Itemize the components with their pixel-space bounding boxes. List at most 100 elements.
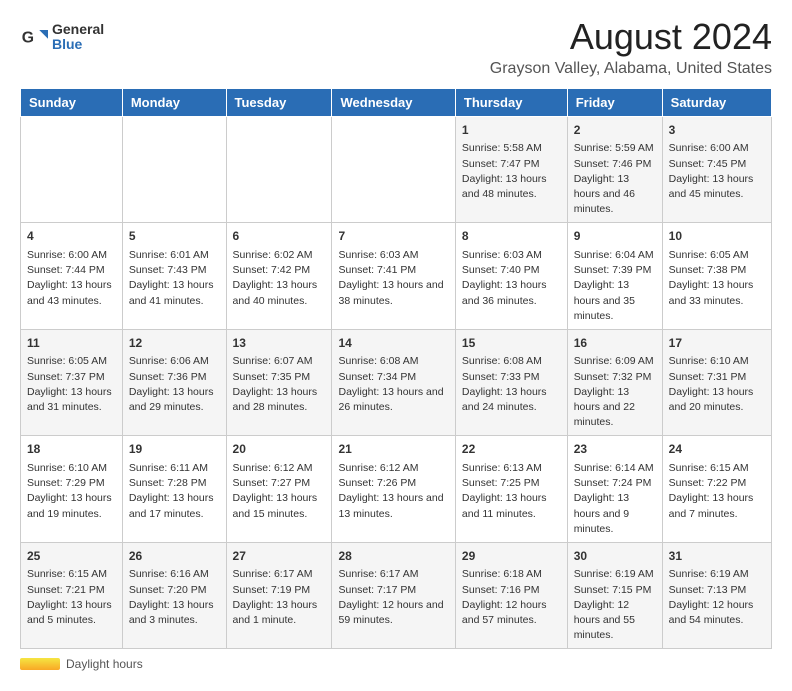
calendar-cell: 20Sunrise: 6:12 AM Sunset: 7:27 PM Dayli… xyxy=(226,436,332,542)
calendar-cell xyxy=(226,117,332,223)
day-info: Sunrise: 5:59 AM Sunset: 7:46 PM Dayligh… xyxy=(574,141,656,217)
header-saturday: Saturday xyxy=(662,89,771,117)
calendar-week-1: 1 Sunrise: 5:58 AM Sunset: 7:47 PM Daylig… xyxy=(21,117,772,223)
day-number: 22 xyxy=(462,441,561,458)
day-info: Sunrise: 6:05 AM Sunset: 7:37 PM Dayligh… xyxy=(27,354,116,415)
day-number: 31 xyxy=(669,548,765,565)
day-number: 27 xyxy=(233,548,326,565)
svg-text:G: G xyxy=(22,30,34,47)
daylight-label: Daylight hours xyxy=(66,657,143,671)
title-area: August 2024 Grayson Valley, Alabama, Uni… xyxy=(490,16,772,78)
day-number: 11 xyxy=(27,335,116,352)
calendar-cell: 15 Sunrise: 6:08 AM Sunset: 7:33 PM Dayli… xyxy=(455,329,567,435)
calendar-cell: 14Sunrise: 6:08 AM Sunset: 7:34 PM Dayli… xyxy=(332,329,455,435)
day-info: Sunrise: 6:10 AM Sunset: 7:31 PM Dayligh… xyxy=(669,354,765,415)
calendar-header-row: SundayMondayTuesdayWednesdayThursdayFrid… xyxy=(21,89,772,117)
header-monday: Monday xyxy=(122,89,226,117)
day-info: Sunrise: 6:09 AM Sunset: 7:32 PM Dayligh… xyxy=(574,354,656,430)
header-thursday: Thursday xyxy=(455,89,567,117)
day-number: 6 xyxy=(233,228,326,245)
day-number: 19 xyxy=(129,441,220,458)
day-info: Sunrise: 6:19 AM Sunset: 7:15 PM Dayligh… xyxy=(574,567,656,643)
day-info: Sunrise: 6:19 AM Sunset: 7:13 PM Dayligh… xyxy=(669,567,765,628)
day-number: 18 xyxy=(27,441,116,458)
day-number: 1 xyxy=(462,122,561,139)
calendar-cell: 31 Sunrise: 6:19 AM Sunset: 7:13 PM Dayli… xyxy=(662,542,771,648)
calendar-cell: 25 Sunrise: 6:15 AM Sunset: 7:21 PM Dayli… xyxy=(21,542,123,648)
calendar-cell: 22 Sunrise: 6:13 AM Sunset: 7:25 PM Dayli… xyxy=(455,436,567,542)
calendar-week-3: 11 Sunrise: 6:05 AM Sunset: 7:37 PM Dayli… xyxy=(21,329,772,435)
daylight-bar-icon xyxy=(20,658,60,670)
calendar-cell: 23Sunrise: 6:14 AM Sunset: 7:24 PM Dayli… xyxy=(567,436,662,542)
calendar-cell: 9Sunrise: 6:04 AM Sunset: 7:39 PM Daylig… xyxy=(567,223,662,329)
day-info: Sunrise: 5:58 AM Sunset: 7:47 PM Dayligh… xyxy=(462,141,561,202)
day-info: Sunrise: 6:12 AM Sunset: 7:26 PM Dayligh… xyxy=(338,461,448,522)
calendar-week-2: 4Sunrise: 6:00 AM Sunset: 7:44 PM Daylig… xyxy=(21,223,772,329)
calendar-cell: 7Sunrise: 6:03 AM Sunset: 7:41 PM Daylig… xyxy=(332,223,455,329)
day-number: 16 xyxy=(574,335,656,352)
day-info: Sunrise: 6:16 AM Sunset: 7:20 PM Dayligh… xyxy=(129,567,220,628)
calendar-cell: 16 Sunrise: 6:09 AM Sunset: 7:32 PM Dayli… xyxy=(567,329,662,435)
day-info: Sunrise: 6:02 AM Sunset: 7:42 PM Dayligh… xyxy=(233,248,326,309)
day-info: Sunrise: 6:15 AM Sunset: 7:21 PM Dayligh… xyxy=(27,567,116,628)
calendar-cell: 30 Sunrise: 6:19 AM Sunset: 7:15 PM Dayli… xyxy=(567,542,662,648)
calendar-cell: 1 Sunrise: 5:58 AM Sunset: 7:47 PM Daylig… xyxy=(455,117,567,223)
day-info: Sunrise: 6:08 AM Sunset: 7:33 PM Dayligh… xyxy=(462,354,561,415)
logo-general-text: General xyxy=(52,22,104,37)
day-number: 10 xyxy=(669,228,765,245)
calendar-week-5: 25 Sunrise: 6:15 AM Sunset: 7:21 PM Dayli… xyxy=(21,542,772,648)
day-number: 24 xyxy=(669,441,765,458)
day-number: 8 xyxy=(462,228,561,245)
day-info: Sunrise: 6:04 AM Sunset: 7:39 PM Dayligh… xyxy=(574,248,656,324)
day-info: Sunrise: 6:13 AM Sunset: 7:25 PM Dayligh… xyxy=(462,461,561,522)
calendar-cell: 11 Sunrise: 6:05 AM Sunset: 7:37 PM Dayli… xyxy=(21,329,123,435)
calendar-cell: 12 Sunrise: 6:06 AM Sunset: 7:36 PM Dayli… xyxy=(122,329,226,435)
logo-blue-text: Blue xyxy=(52,37,104,52)
subtitle: Grayson Valley, Alabama, United States xyxy=(490,60,772,78)
calendar-cell: 17 Sunrise: 6:10 AM Sunset: 7:31 PM Dayli… xyxy=(662,329,771,435)
day-number: 25 xyxy=(27,548,116,565)
header-wednesday: Wednesday xyxy=(332,89,455,117)
day-number: 2 xyxy=(574,122,656,139)
calendar-cell: 19 Sunrise: 6:11 AM Sunset: 7:28 PM Dayli… xyxy=(122,436,226,542)
day-number: 28 xyxy=(338,548,448,565)
calendar-cell: 4Sunrise: 6:00 AM Sunset: 7:44 PM Daylig… xyxy=(21,223,123,329)
day-info: Sunrise: 6:06 AM Sunset: 7:36 PM Dayligh… xyxy=(129,354,220,415)
calendar-cell: 24Sunrise: 6:15 AM Sunset: 7:22 PM Dayli… xyxy=(662,436,771,542)
calendar-cell: 2 Sunrise: 5:59 AM Sunset: 7:46 PM Daylig… xyxy=(567,117,662,223)
day-number: 4 xyxy=(27,228,116,245)
calendar-cell: 27Sunrise: 6:17 AM Sunset: 7:19 PM Dayli… xyxy=(226,542,332,648)
day-info: Sunrise: 6:11 AM Sunset: 7:28 PM Dayligh… xyxy=(129,461,220,522)
day-number: 17 xyxy=(669,335,765,352)
day-number: 13 xyxy=(233,335,326,352)
day-info: Sunrise: 6:12 AM Sunset: 7:27 PM Dayligh… xyxy=(233,461,326,522)
day-number: 12 xyxy=(129,335,220,352)
calendar-cell xyxy=(21,117,123,223)
day-info: Sunrise: 6:05 AM Sunset: 7:38 PM Dayligh… xyxy=(669,248,765,309)
header-tuesday: Tuesday xyxy=(226,89,332,117)
header-sunday: Sunday xyxy=(21,89,123,117)
day-number: 30 xyxy=(574,548,656,565)
calendar-cell: 8 Sunrise: 6:03 AM Sunset: 7:40 PM Daylig… xyxy=(455,223,567,329)
logo-icon: G xyxy=(20,23,48,51)
calendar-cell xyxy=(122,117,226,223)
calendar-table: SundayMondayTuesdayWednesdayThursdayFrid… xyxy=(20,88,772,649)
day-info: Sunrise: 6:08 AM Sunset: 7:34 PM Dayligh… xyxy=(338,354,448,415)
calendar-cell: 3 Sunrise: 6:00 AM Sunset: 7:45 PM Daylig… xyxy=(662,117,771,223)
header-friday: Friday xyxy=(567,89,662,117)
logo-text: General Blue xyxy=(52,22,104,53)
calendar-cell: 5Sunrise: 6:01 AM Sunset: 7:43 PM Daylig… xyxy=(122,223,226,329)
calendar-cell: 26Sunrise: 6:16 AM Sunset: 7:20 PM Dayli… xyxy=(122,542,226,648)
day-info: Sunrise: 6:07 AM Sunset: 7:35 PM Dayligh… xyxy=(233,354,326,415)
day-info: Sunrise: 6:18 AM Sunset: 7:16 PM Dayligh… xyxy=(462,567,561,628)
day-number: 15 xyxy=(462,335,561,352)
calendar-cell: 13 Sunrise: 6:07 AM Sunset: 7:35 PM Dayli… xyxy=(226,329,332,435)
day-info: Sunrise: 6:03 AM Sunset: 7:40 PM Dayligh… xyxy=(462,248,561,309)
day-info: Sunrise: 6:00 AM Sunset: 7:45 PM Dayligh… xyxy=(669,141,765,202)
day-info: Sunrise: 6:10 AM Sunset: 7:29 PM Dayligh… xyxy=(27,461,116,522)
calendar-week-4: 18 Sunrise: 6:10 AM Sunset: 7:29 PM Dayli… xyxy=(21,436,772,542)
calendar-cell: 28Sunrise: 6:17 AM Sunset: 7:17 PM Dayli… xyxy=(332,542,455,648)
day-number: 3 xyxy=(669,122,765,139)
main-title: August 2024 xyxy=(490,16,772,58)
calendar-cell: 21Sunrise: 6:12 AM Sunset: 7:26 PM Dayli… xyxy=(332,436,455,542)
